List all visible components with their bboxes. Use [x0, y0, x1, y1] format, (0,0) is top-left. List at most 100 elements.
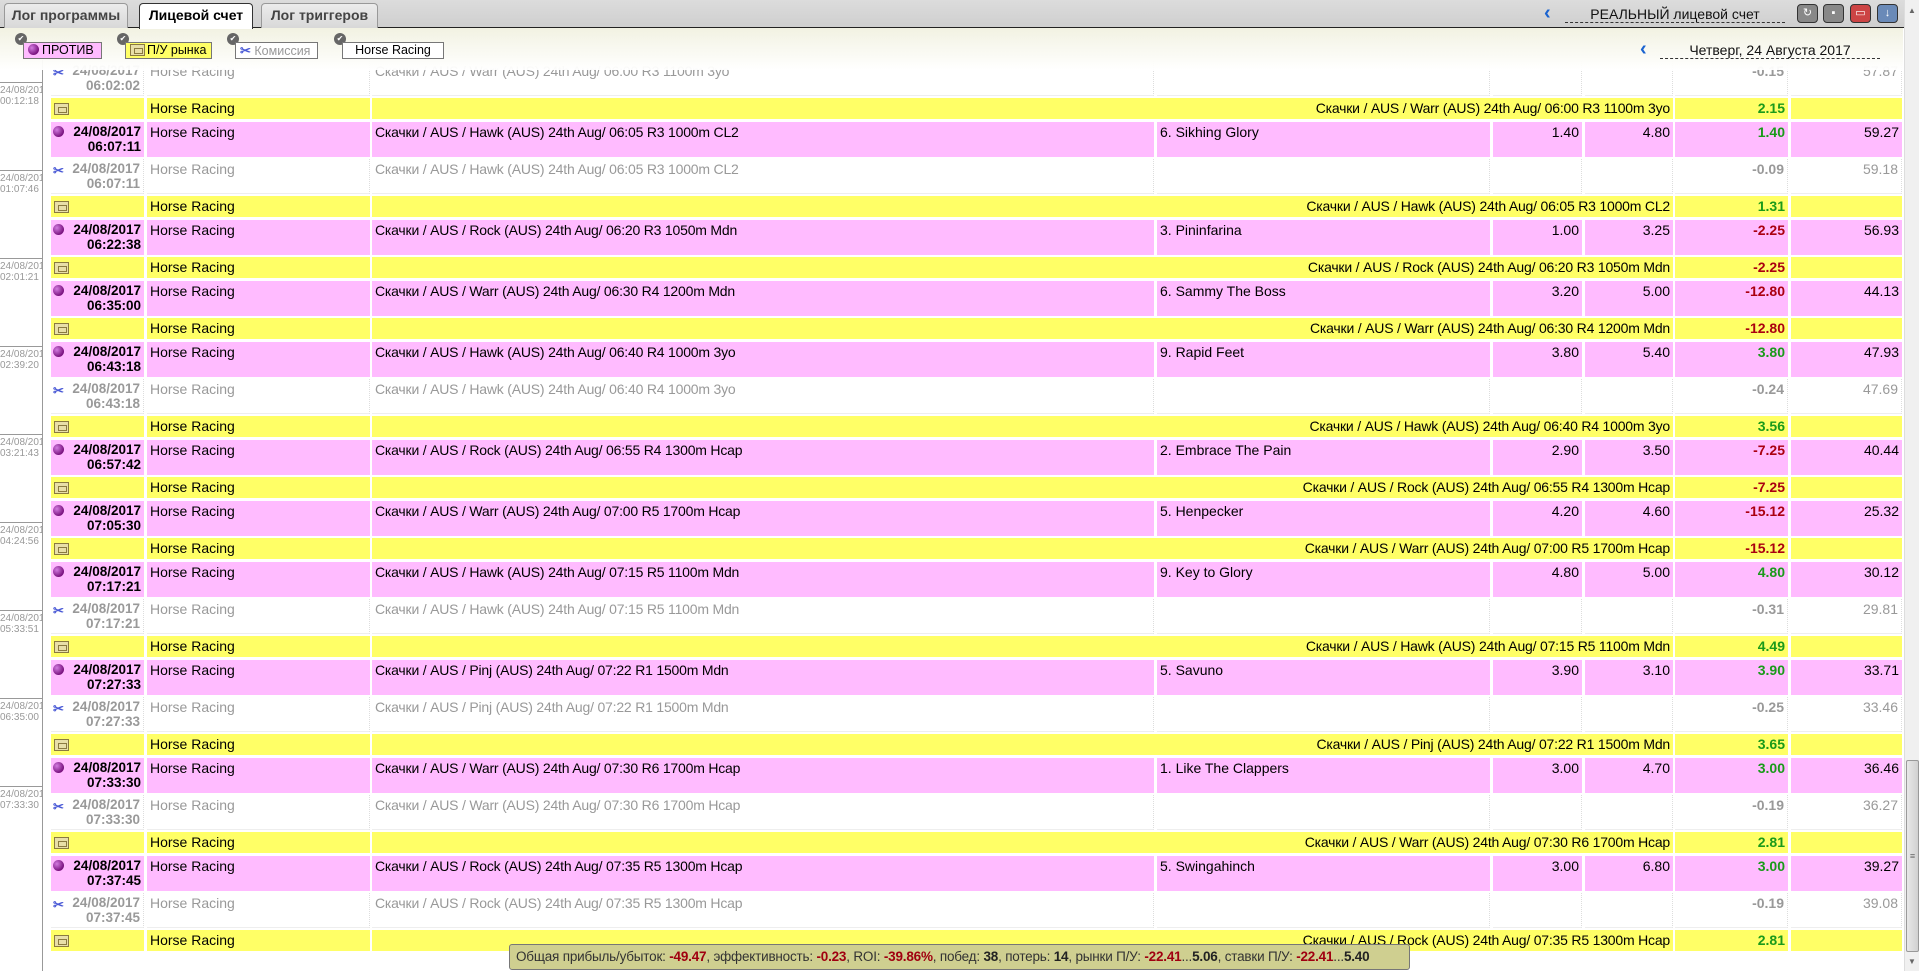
- bet-row[interactable]: 24/08/2017 06:35:00 Horse Racing Скачки / A…: [51, 281, 1902, 316]
- print-icon[interactable]: ▭: [1850, 4, 1871, 23]
- balance-cell: [1791, 636, 1902, 657]
- icon-cell: [51, 477, 144, 498]
- selection-cell: 6. Sammy The Boss: [1157, 281, 1490, 316]
- refresh-icon[interactable]: ↻: [1797, 4, 1818, 23]
- commission-row[interactable]: ✂ 24/08/2017 06:43:18 Horse Racing Скачки / …: [51, 379, 1902, 414]
- marker-date: 24/08/201: [0, 349, 42, 360]
- market-summary-row[interactable]: Horse Racing Скачки / AUS / Warr (AUS) 24…: [51, 832, 1902, 853]
- bet-row[interactable]: 24/08/2017 06:22:38 Horse Racing Скачки / A…: [51, 220, 1902, 255]
- market-summary-row[interactable]: Horse Racing Скачки / AUS / Warr (AUS) 24…: [51, 98, 1902, 119]
- bet-row[interactable]: 24/08/2017 06:57:42 Horse Racing Скачки / A…: [51, 440, 1902, 475]
- money-icon: [54, 262, 69, 274]
- commission-row[interactable]: ✂ 24/08/2017 07:27:33 Horse Racing Скачки / …: [51, 697, 1902, 732]
- commission-row[interactable]: ✂ 24/08/2017 07:17:21 Horse Racing Скачки / …: [51, 599, 1902, 634]
- chevron-left-icon[interactable]: ‹: [1544, 3, 1551, 23]
- market-name: Скачки / AUS / Hawk (AUS) 24th Aug/ 06:0…: [375, 124, 739, 140]
- sport: Horse Racing: [150, 699, 235, 715]
- bet-date: 24/08/2017: [72, 797, 140, 812]
- market-name: Скачки / AUS / Pinj (AUS) 24th Aug/ 07:2…: [375, 699, 729, 715]
- money-icon: [54, 935, 69, 947]
- scrollbar-thumb[interactable]: ≡: [1906, 760, 1919, 952]
- marker-time: 03:21:43: [0, 448, 39, 459]
- market-name: Скачки / AUS / Warr (AUS) 24th Aug/ 07:3…: [375, 760, 741, 776]
- bet-row[interactable]: 24/08/2017 07:27:33 Horse Racing Скачки / A…: [51, 660, 1902, 695]
- market-summary-row[interactable]: Horse Racing Скачки / AUS / Hawk (AUS) 24…: [51, 416, 1902, 437]
- tab-trigger-log[interactable]: Лог триггеров: [261, 3, 378, 28]
- profit-loss: 3.00: [1757, 760, 1785, 776]
- vertical-scrollbar[interactable]: ▲ ≡ ▼: [1904, 0, 1919, 971]
- filter-against[interactable]: ПРОТИВ: [23, 42, 102, 59]
- bet-date: 24/08/2017: [73, 222, 141, 237]
- bet-time: 07:05:30: [86, 518, 141, 533]
- commission-row[interactable]: ✂ 24/08/2017 07:33:30 Horse Racing Скачки / …: [51, 795, 1902, 830]
- datetime-cell: 24/08/2017 07:37:45: [51, 856, 144, 891]
- market-summary-row[interactable]: Horse Racing Скачки / AUS / Rock (AUS) 24…: [51, 477, 1902, 498]
- profit-loss: 4.49: [1757, 638, 1785, 654]
- roi-label: , ROI:: [846, 949, 881, 964]
- odds-cell: [1493, 795, 1582, 830]
- profit-loss: -0.24: [1752, 381, 1784, 397]
- profit-loss: -0.19: [1752, 797, 1784, 813]
- bet-row[interactable]: 24/08/2017 06:07:11 Horse Racing Скачки / A…: [51, 122, 1902, 157]
- selection: 6. Sikhing Glory: [1160, 124, 1259, 140]
- bet-time: 07:33:30: [86, 775, 141, 790]
- stake-cell: 4.80: [1585, 122, 1673, 157]
- timeline-column: 24/08/201 00:12:18 24/08/201 01:07:46 24/08/…: [0, 60, 43, 971]
- market-summary-row[interactable]: Horse Racing Скачки / AUS / Pinj (AUS) 24…: [51, 734, 1902, 755]
- market-summary-row[interactable]: Horse Racing Скачки / AUS / Hawk (AUS) 24…: [51, 196, 1902, 217]
- odds-cell: 4.20: [1493, 501, 1582, 536]
- sport-cell: Horse Racing: [147, 379, 370, 414]
- market-summary-row[interactable]: Horse Racing Скачки / AUS / Warr (AUS) 24…: [51, 538, 1902, 559]
- losses: 14: [1053, 949, 1069, 964]
- filter-market-pl[interactable]: П/У рынка: [125, 42, 212, 59]
- market-cell: Скачки / AUS / Hawk (AUS) 24th Aug/ 06:4…: [372, 379, 1154, 414]
- marker-time: 02:01:21: [0, 272, 39, 283]
- balance-cell: 36.46: [1791, 758, 1902, 793]
- datetime-cell: ✂ 24/08/2017 07:27:33: [51, 697, 144, 732]
- account-type-selector[interactable]: РЕАЛЬНЫЙ лицевой счет: [1565, 6, 1785, 23]
- pl-cell: -7.25: [1675, 477, 1788, 498]
- export-icon[interactable]: ↓: [1877, 4, 1898, 23]
- marker-time: 05:33:51: [0, 624, 39, 635]
- bet-row[interactable]: 24/08/2017 07:33:30 Horse Racing Скачки / A…: [51, 758, 1902, 793]
- pl-cell: -15.12: [1675, 538, 1788, 559]
- bet-date: 24/08/2017: [72, 161, 140, 176]
- chevron-left-icon[interactable]: ‹: [1640, 39, 1647, 59]
- market-cell: Скачки / AUS / Warr (AUS) 24th Aug/ 06:0…: [372, 98, 1673, 119]
- bet-row[interactable]: 24/08/2017 07:17:21 Horse Racing Скачки / A…: [51, 562, 1902, 597]
- commission-row[interactable]: ✂ 24/08/2017 07:37:45 Horse Racing Скачки / …: [51, 893, 1902, 928]
- bet-time: 06:07:11: [87, 139, 141, 154]
- filter-sport[interactable]: Horse Racing: [342, 42, 444, 59]
- sport-cell: Horse Racing: [147, 159, 370, 194]
- sport: Horse Racing: [150, 124, 235, 140]
- sport: Horse Racing: [150, 858, 235, 874]
- stake-cell: 3.25: [1585, 220, 1673, 255]
- market-summary-row[interactable]: Horse Racing Скачки / AUS / Rock (AUS) 24…: [51, 257, 1902, 278]
- bet-row[interactable]: 24/08/2017 07:37:45 Horse Racing Скачки / A…: [51, 856, 1902, 891]
- stake-cell: 3.50: [1585, 440, 1673, 475]
- pl-cell: -15.12: [1675, 501, 1788, 536]
- commission-row[interactable]: ✂ 24/08/2017 06:07:11 Horse Racing Скачки / …: [51, 159, 1902, 194]
- date-selector[interactable]: Четверг, 24 Августа 2017: [1660, 42, 1880, 59]
- bet-row[interactable]: 24/08/2017 06:43:18 Horse Racing Скачки / A…: [51, 342, 1902, 377]
- tab-account[interactable]: Лицевой счет: [139, 3, 253, 29]
- sport: Horse Racing: [150, 320, 235, 336]
- market-summary-row[interactable]: Horse Racing Скачки / AUS / Hawk (AUS) 24…: [51, 636, 1902, 657]
- balance-cell: [1791, 196, 1902, 217]
- bet-row[interactable]: 24/08/2017 07:05:30 Horse Racing Скачки / A…: [51, 501, 1902, 536]
- profit-loss: -2.25: [1753, 259, 1785, 275]
- save-icon[interactable]: ▪: [1823, 4, 1844, 23]
- balance-cell: 33.71: [1791, 660, 1902, 695]
- scroll-up-icon[interactable]: ▲: [1908, 6, 1916, 15]
- tab-program-log[interactable]: Лог программы: [4, 3, 128, 28]
- datetime-cell: 24/08/2017 07:17:21: [51, 562, 144, 597]
- bet-time: 07:37:45: [86, 873, 141, 888]
- market-name: Скачки / AUS / Warr (AUS) 24th Aug/ 06:3…: [1310, 320, 1670, 336]
- scroll-down-icon[interactable]: ▼: [1908, 957, 1916, 966]
- balance-cell: [1791, 318, 1902, 339]
- market-summary-row[interactable]: Horse Racing Скачки / AUS / Warr (AUS) 24…: [51, 318, 1902, 339]
- sport: Horse Racing: [150, 381, 235, 397]
- filter-commission[interactable]: ✂ Комиссия: [235, 42, 318, 59]
- odds: 3.20: [1551, 283, 1579, 299]
- sport: Horse Racing: [150, 797, 235, 813]
